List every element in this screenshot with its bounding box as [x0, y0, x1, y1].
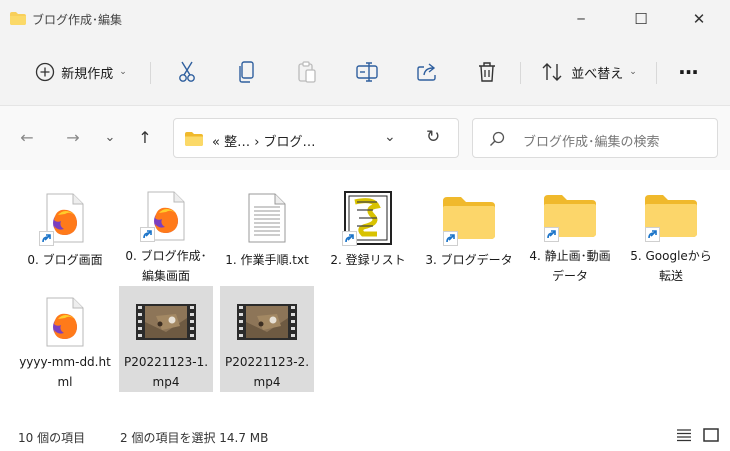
folder-shortcut-icon — [540, 188, 600, 244]
refresh-icon[interactable]: ↻ — [426, 127, 440, 147]
maximize-button[interactable]: ☐ — [618, 0, 664, 38]
file-item[interactable]: 1. 作業手順.txt — [220, 180, 314, 286]
shortcut-arrow-icon — [443, 231, 458, 246]
address-dropdown-icon[interactable]: ⌄ — [384, 129, 396, 145]
file-item[interactable]: yyyy-mm-dd.html — [18, 286, 112, 392]
search-icon — [490, 131, 505, 146]
window-title: ブログ作成･編集 — [32, 13, 123, 27]
sort-button[interactable]: 並べ替え ⌄ — [534, 54, 644, 90]
toolbar-divider — [520, 62, 521, 84]
file-name: P20221123-1.mp4 — [123, 355, 209, 389]
file-item[interactable]: P20221123-1.mp4 — [119, 286, 213, 392]
selection-info: 2 個の項目を選択 14.7 MB — [120, 431, 269, 445]
file-name: 5. Googleから転送 — [630, 249, 712, 283]
plus-circle-icon — [36, 62, 55, 82]
new-button[interactable]: 新規作成 ⌄ — [22, 54, 140, 90]
tiles-view-icon[interactable] — [703, 428, 719, 442]
arrow-right-icon: → — [66, 127, 80, 147]
close-button[interactable]: ✕ — [676, 0, 722, 38]
file-item[interactable]: 2. 登録リスト — [321, 180, 415, 286]
maximize-icon: ☐ — [634, 10, 648, 28]
file-name: 4. 静止画･動画データ — [529, 249, 611, 283]
chevron-down-icon: ⌄ — [629, 67, 637, 77]
file-name: 2. 登録リスト — [330, 253, 406, 267]
shortcut-arrow-icon — [140, 227, 155, 242]
command-bar: 新規作成 ⌄ 並べ替え ⌄ ··· — [0, 38, 730, 106]
search-placeholder: ブログ作成･編集の検索 — [523, 135, 660, 150]
firefox-html-icon — [136, 188, 196, 244]
paste-button[interactable] — [290, 54, 324, 90]
scissors-icon — [179, 61, 195, 82]
sort-button-label: 並べ替え — [571, 66, 624, 82]
shortcut-arrow-icon — [544, 227, 559, 242]
up-button[interactable]: ↑ — [132, 122, 158, 152]
forward-button[interactable]: → — [60, 122, 86, 152]
file-item[interactable]: P20221123-2.mp4 — [220, 286, 314, 392]
close-icon: ✕ — [692, 10, 706, 28]
file-name: 0. ブログ作成･編集画面 — [125, 249, 207, 283]
file-item[interactable]: 4. 静止画･動画データ — [523, 180, 617, 286]
trash-icon — [479, 62, 495, 82]
file-name: yyyy-mm-dd.html — [19, 355, 111, 389]
share-icon — [417, 63, 436, 81]
file-name: 1. 作業手順.txt — [225, 253, 309, 267]
toolbar-divider — [656, 62, 657, 84]
details-view-icon[interactable] — [676, 428, 692, 442]
shortcut-arrow-icon — [645, 227, 660, 242]
file-name: 0. ブログ画面 — [27, 253, 103, 267]
breadcrumb[interactable]: « 整… › ブログ… — [212, 131, 316, 150]
status-bar: 10 個の項目 2 個の項目を選択 14.7 MB — [0, 420, 730, 451]
folder-shortcut-icon — [641, 188, 701, 244]
copy-button[interactable] — [230, 54, 264, 90]
chevron-down-icon: ⌄ — [104, 129, 116, 145]
search-input[interactable]: ブログ作成･編集の検索 — [472, 118, 718, 158]
more-icon: ··· — [678, 60, 699, 84]
back-button[interactable]: ← — [14, 122, 40, 152]
minimize-icon: ─ — [577, 12, 585, 26]
paste-icon — [298, 61, 316, 83]
shortcut-arrow-icon — [342, 231, 357, 246]
title-bar: ブログ作成･編集 ─ ☐ ✕ — [0, 0, 730, 38]
file-item[interactable]: 0. ブログ作成･編集画面 — [119, 180, 213, 286]
navigation-bar: ← → ⌄ ↑ « 整… › ブログ… ⌄ ↻ ブログ作成･編集の検索 — [0, 106, 730, 170]
file-view: 0. ブログ画面 0. ブログ作成･編集画面 1. 作業手順.txt 2. 登録… — [0, 170, 730, 420]
list-file-icon — [338, 188, 398, 248]
shortcut-arrow-icon — [39, 231, 54, 246]
folder-shortcut-icon — [439, 188, 499, 248]
file-item[interactable]: 3. ブログデータ — [422, 180, 516, 286]
firefox-html-icon — [35, 188, 95, 248]
sort-icon — [542, 63, 562, 81]
arrow-left-icon: ← — [20, 127, 34, 147]
video-file-icon — [237, 294, 297, 350]
arrow-up-icon: ↑ — [138, 127, 152, 147]
firefox-html-icon — [35, 294, 95, 350]
file-name: 3. ブログデータ — [425, 253, 513, 267]
new-button-label: 新規作成 — [61, 66, 114, 82]
video-file-icon — [136, 294, 196, 350]
folder-icon — [185, 132, 203, 146]
rename-button[interactable] — [350, 54, 384, 90]
address-bar[interactable]: « 整… › ブログ… ⌄ ↻ — [173, 118, 459, 158]
rename-icon — [356, 62, 378, 82]
folder-icon — [10, 12, 26, 25]
delete-button[interactable] — [470, 54, 504, 90]
recent-locations-button[interactable]: ⌄ — [97, 122, 123, 152]
file-item[interactable]: 0. ブログ画面 — [18, 180, 112, 286]
toolbar-divider — [150, 62, 151, 84]
copy-icon — [239, 61, 254, 83]
cut-button[interactable] — [170, 54, 204, 90]
text-file-icon — [237, 188, 297, 248]
more-options-button[interactable]: ··· — [668, 54, 708, 90]
minimize-button[interactable]: ─ — [558, 0, 604, 38]
file-name: P20221123-2.mp4 — [224, 355, 310, 389]
chevron-down-icon: ⌄ — [119, 67, 127, 77]
item-count: 10 個の項目 — [18, 431, 86, 445]
file-item[interactable]: 5. Googleから転送 — [624, 180, 718, 286]
share-button[interactable] — [410, 54, 444, 90]
